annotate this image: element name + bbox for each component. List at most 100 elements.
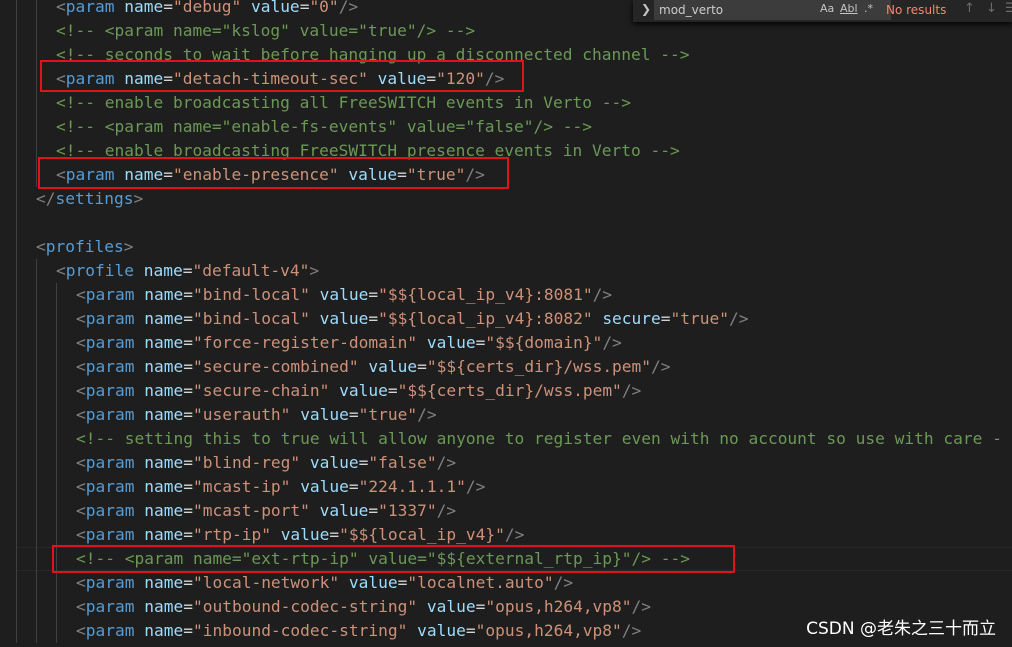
code-line[interactable]: <param name="rtp-ip" value="$${local_ip_…: [76, 523, 524, 547]
code-line[interactable]: <param name="blind-reg" value="false"/>: [76, 451, 456, 475]
indent-guide: [56, 523, 57, 547]
code-token: param: [85, 525, 135, 544]
code-editor[interactable]: <param name="debug" value="0"/> <!-- <par…: [0, 0, 1012, 647]
code-token: />: [465, 477, 486, 496]
code-token: <: [36, 237, 46, 256]
code-line[interactable]: <profiles>: [36, 235, 133, 259]
indent-guide: [16, 475, 17, 499]
indent-guide: [36, 91, 37, 115]
code-line[interactable]: <param name="secure-combined" value="$${…: [76, 355, 671, 379]
code-token: secure: [602, 309, 661, 328]
code-token: value: [280, 525, 330, 544]
code-token: =: [183, 309, 193, 328]
code-token: <!-- <param name="enable-fs-events" valu…: [56, 117, 593, 136]
code-token: <!-- seconds to wait before hanging up a…: [56, 45, 690, 64]
code-line[interactable]: <param name="secure-chain" value="$${cer…: [76, 379, 641, 403]
code-line[interactable]: <!-- seconds to wait before hanging up a…: [56, 43, 689, 67]
code-line[interactable]: <param name="mcast-ip" value="224.1.1.1"…: [76, 475, 485, 499]
code-token: "$${local_ip_v4}": [339, 525, 505, 544]
match-case-icon[interactable]: Aa: [820, 2, 834, 15]
code-token: >: [309, 261, 320, 280]
code-token: =: [183, 333, 193, 352]
indent-guide: [56, 283, 57, 307]
code-line[interactable]: <param name="bind-local" value="$${local…: [76, 307, 749, 331]
code-line[interactable]: <param name="bind-local" value="$${local…: [76, 283, 612, 307]
code-line[interactable]: <param name="detach-timeout-sec" value="…: [56, 67, 504, 91]
code-line[interactable]: <!-- <param name="ext-rtp-ip" value="$${…: [76, 547, 690, 571]
code-token: "outbound-codec-string": [192, 597, 418, 616]
code-token: />: [602, 333, 622, 352]
code-line[interactable]: <!-- <param name="enable-fs-events" valu…: [56, 115, 592, 139]
indent-guide: [36, 595, 37, 619]
code-token: <: [76, 357, 86, 376]
code-token: =: [417, 357, 427, 376]
code-line[interactable]: <param name="debug" value="0"/>: [56, 0, 358, 19]
code-token: <: [56, 0, 66, 16]
code-token: />: [504, 525, 525, 544]
code-token: =: [358, 453, 369, 472]
indent-guide: [36, 163, 37, 187]
indent-guide: [16, 571, 17, 595]
code-token: "1337": [378, 501, 437, 520]
code-line[interactable]: <param name="local-network" value="local…: [76, 571, 573, 595]
indent-guide: [16, 499, 17, 523]
code-token: />: [484, 69, 505, 88]
next-match-icon[interactable]: ↓: [986, 1, 997, 16]
code-token: =: [183, 501, 193, 520]
code-line[interactable]: <param name="inbound-codec-string" value…: [76, 619, 641, 643]
code-token: />: [729, 309, 749, 328]
code-line[interactable]: <param name="force-register-domain" valu…: [76, 331, 622, 355]
regex-icon[interactable]: .*: [864, 2, 873, 15]
code-line[interactable]: <!-- enable broadcasting FreeSWITCH pres…: [56, 139, 680, 163]
code-line[interactable]: <!-- setting this to true will allow any…: [76, 427, 1002, 451]
code-token: <: [76, 309, 86, 328]
code-token: "localnet.auto": [407, 573, 554, 592]
code-token: "0": [309, 0, 339, 16]
code-token: =: [183, 405, 193, 424]
code-token: <!-- setting this to true will allow any…: [76, 429, 1002, 448]
indent-guide: [36, 331, 37, 355]
whole-word-icon[interactable]: Abl: [840, 2, 858, 15]
code-token: param: [65, 69, 115, 88]
code-token: />: [592, 285, 613, 304]
code-token: param: [85, 309, 135, 328]
indent-guide: [16, 91, 17, 115]
code-line[interactable]: <param name="userauth" value="true"/>: [76, 403, 437, 427]
code-token: name: [144, 309, 184, 328]
code-token: param: [85, 381, 135, 400]
code-token: param: [85, 573, 135, 592]
toggle-replace-icon[interactable]: ❯: [641, 2, 651, 16]
code-token: value: [250, 0, 300, 16]
indent-guide: [56, 427, 57, 451]
indent-guide: [36, 523, 37, 547]
code-token: param: [65, 165, 115, 184]
indent-guide: [16, 259, 17, 283]
code-line[interactable]: </settings>: [36, 187, 143, 211]
code-line[interactable]: <param name="outbound-codec-string" valu…: [76, 595, 651, 619]
code-token: "$${local_ip_v4}:8081": [378, 285, 593, 304]
indent-guide: [16, 427, 17, 451]
code-line[interactable]: <param name="enable-presence" value="tru…: [56, 163, 485, 187]
find-in-selection-icon[interactable]: ☰: [1005, 1, 1012, 16]
previous-match-icon[interactable]: ↑: [964, 1, 975, 16]
code-line[interactable]: <profile name="default-v4">: [56, 259, 319, 283]
code-token: =: [183, 285, 193, 304]
code-token: "userauth": [192, 405, 291, 424]
indent-guide: [56, 307, 57, 331]
code-line[interactable]: <!-- <param name="kslog" value="true"/> …: [56, 19, 475, 43]
indent-guide: [56, 547, 57, 571]
indent-guide: [36, 19, 37, 43]
code-line[interactable]: <!-- enable broadcasting all FreeSWITCH …: [56, 91, 631, 115]
code-token: param: [85, 333, 135, 352]
indent-guide: [36, 283, 37, 307]
code-token: =: [329, 525, 340, 544]
code-line[interactable]: <param name="mcast-port" value="1337"/>: [76, 499, 456, 523]
code-token: "local-network": [192, 573, 340, 592]
